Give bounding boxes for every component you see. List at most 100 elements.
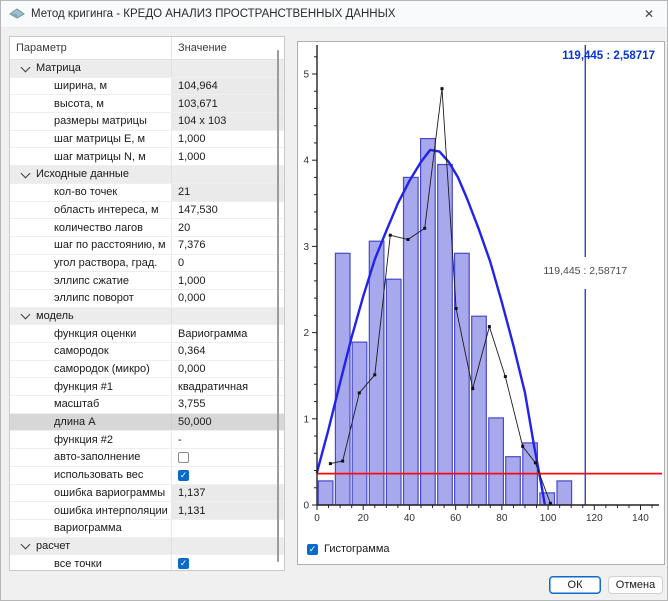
table-row[interactable]: все точки✓ [10,555,284,571]
param-value[interactable]: ✓ [171,555,284,571]
histogram-bar [352,342,367,505]
table-row[interactable]: расчет [10,538,284,556]
table-row[interactable]: функция #1квадратичная [10,378,284,396]
param-label: шаг матрицы E, м [10,131,171,148]
param-value[interactable]: 147,530 [171,202,284,219]
table-row[interactable]: эллипс сжатие1,000 [10,272,284,290]
table-row[interactable]: Матрица [10,60,284,78]
variogram-chart[interactable]: 119,445 : 2,58717119,445 : 2,58717012345… [298,42,664,537]
param-label: авто-заполнение [10,449,171,466]
param-label: эллипс поворот [10,290,171,307]
cancel-button[interactable]: Отмена [608,576,663,594]
checkbox-checked-icon[interactable]: ✓ [178,558,189,569]
table-row[interactable]: шаг матрицы E, м1,000 [10,131,284,149]
histogram-bar [335,253,350,505]
param-value[interactable]: 1,131 [171,502,284,519]
param-label: ошибка вариограммы [10,485,171,502]
y-tick-label: 5 [303,70,309,81]
histogram-legend: ✓ Гистограмма [307,543,390,555]
param-value[interactable]: 1,000 [171,148,284,165]
param-value [171,166,284,183]
y-tick-label: 1 [303,414,309,425]
param-value[interactable]: Вариограмма [171,325,284,342]
param-value[interactable]: 3,755 [171,396,284,413]
chevron-down-icon[interactable] [21,62,31,72]
param-label: шаг по расстоянию, м [10,237,171,254]
variogram-chart-panel: 119,445 : 2,58717119,445 : 2,58717012345… [297,41,665,565]
checkbox-checked-icon[interactable]: ✓ [178,470,189,481]
x-tick-label: 0 [314,513,320,524]
table-row[interactable]: кол-во точек21 [10,184,284,202]
chevron-down-icon[interactable] [21,169,31,179]
close-icon[interactable]: ✕ [631,1,667,26]
table-row[interactable]: ошибка интерполяции1,131 [10,502,284,520]
column-header-parameter: Параметр [10,37,171,59]
table-row[interactable]: эллипс поворот0,000 [10,290,284,308]
param-value[interactable]: 1,000 [171,272,284,289]
window-title: Метод кригинга - КРЕДО АНАЛИЗ ПРОСТРАНСТ… [31,8,395,20]
table-row[interactable]: функция #2- [10,431,284,449]
y-tick-label: 3 [303,242,309,253]
table-row[interactable]: длина A50,000 [10,414,284,432]
histogram-bar [386,279,401,505]
table-row[interactable]: самородок (микро)0,000 [10,361,284,379]
histogram-bar [318,481,333,505]
table-row[interactable]: Исходные данные [10,166,284,184]
table-row[interactable]: функция оценкиВариограмма [10,325,284,343]
table-scrollbar[interactable] [277,50,279,562]
param-value[interactable]: 1,137 [171,485,284,502]
param-value[interactable]: 50,000 [171,414,284,431]
param-value [171,60,284,77]
table-row[interactable]: использовать вес ✓ [10,467,284,485]
table-row[interactable]: размеры матрицы104 x 103 [10,113,284,131]
param-value[interactable]: квадратичная [171,378,284,395]
param-value[interactable] [171,449,284,466]
param-label: область интереса, м [10,202,171,219]
param-label: ошибка интерполяции [10,502,171,519]
table-row[interactable]: ширина, м104,964 [10,78,284,96]
experimental-variogram-point [455,307,458,310]
chevron-down-icon[interactable] [21,540,31,550]
histogram-checkbox[interactable]: ✓ [307,544,318,555]
parameter-table: Параметр Значение Матрицаширина, м104,96… [9,36,285,571]
param-value[interactable]: 7,376 [171,237,284,254]
checkbox-unchecked-icon[interactable] [178,452,189,463]
table-row[interactable]: количество лагов20 [10,219,284,237]
param-value[interactable]: ✓ [171,467,284,484]
param-value[interactable] [171,520,284,537]
x-tick-label: 60 [450,513,462,524]
param-value[interactable]: 20 [171,219,284,236]
chevron-down-icon[interactable] [21,310,31,320]
table-row[interactable]: самородок0,364 [10,343,284,361]
table-row[interactable]: угол раствора, град.0 [10,255,284,273]
table-row[interactable]: вариограмма [10,520,284,538]
table-row[interactable]: ошибка вариограммы1,137 [10,485,284,503]
param-label: самородок (микро) [10,361,171,378]
param-value[interactable]: 0 [171,255,284,272]
param-value[interactable]: - [171,431,284,448]
param-label: использовать вес [10,467,171,484]
x-tick-label: 120 [586,513,603,524]
table-row[interactable]: высота, м103,671 [10,95,284,113]
param-value[interactable]: 0,000 [171,361,284,378]
param-value[interactable]: 0,364 [171,343,284,360]
param-value[interactable]: 103,671 [171,95,284,112]
param-value[interactable]: 104 x 103 [171,113,284,130]
table-row[interactable]: модель [10,308,284,326]
ok-button[interactable]: ОК [549,576,601,594]
param-value[interactable]: 1,000 [171,131,284,148]
param-label: функция #1 [10,378,171,395]
param-value[interactable]: 0,000 [171,290,284,307]
param-table-body: Матрицаширина, м104,964высота, м103,671р… [10,60,284,571]
table-row[interactable]: область интереса, м147,530 [10,202,284,220]
y-tick-label: 4 [303,156,309,167]
param-value[interactable]: 104,964 [171,78,284,95]
param-label: вариограмма [10,520,171,537]
experimental-variogram-point [504,375,507,378]
param-value[interactable]: 21 [171,184,284,201]
table-row[interactable]: шаг по расстоянию, м7,376 [10,237,284,255]
table-row[interactable]: авто-заполнение [10,449,284,467]
table-row[interactable]: шаг матрицы N, м1,000 [10,148,284,166]
param-value [171,538,284,555]
table-row[interactable]: масштаб3,755 [10,396,284,414]
